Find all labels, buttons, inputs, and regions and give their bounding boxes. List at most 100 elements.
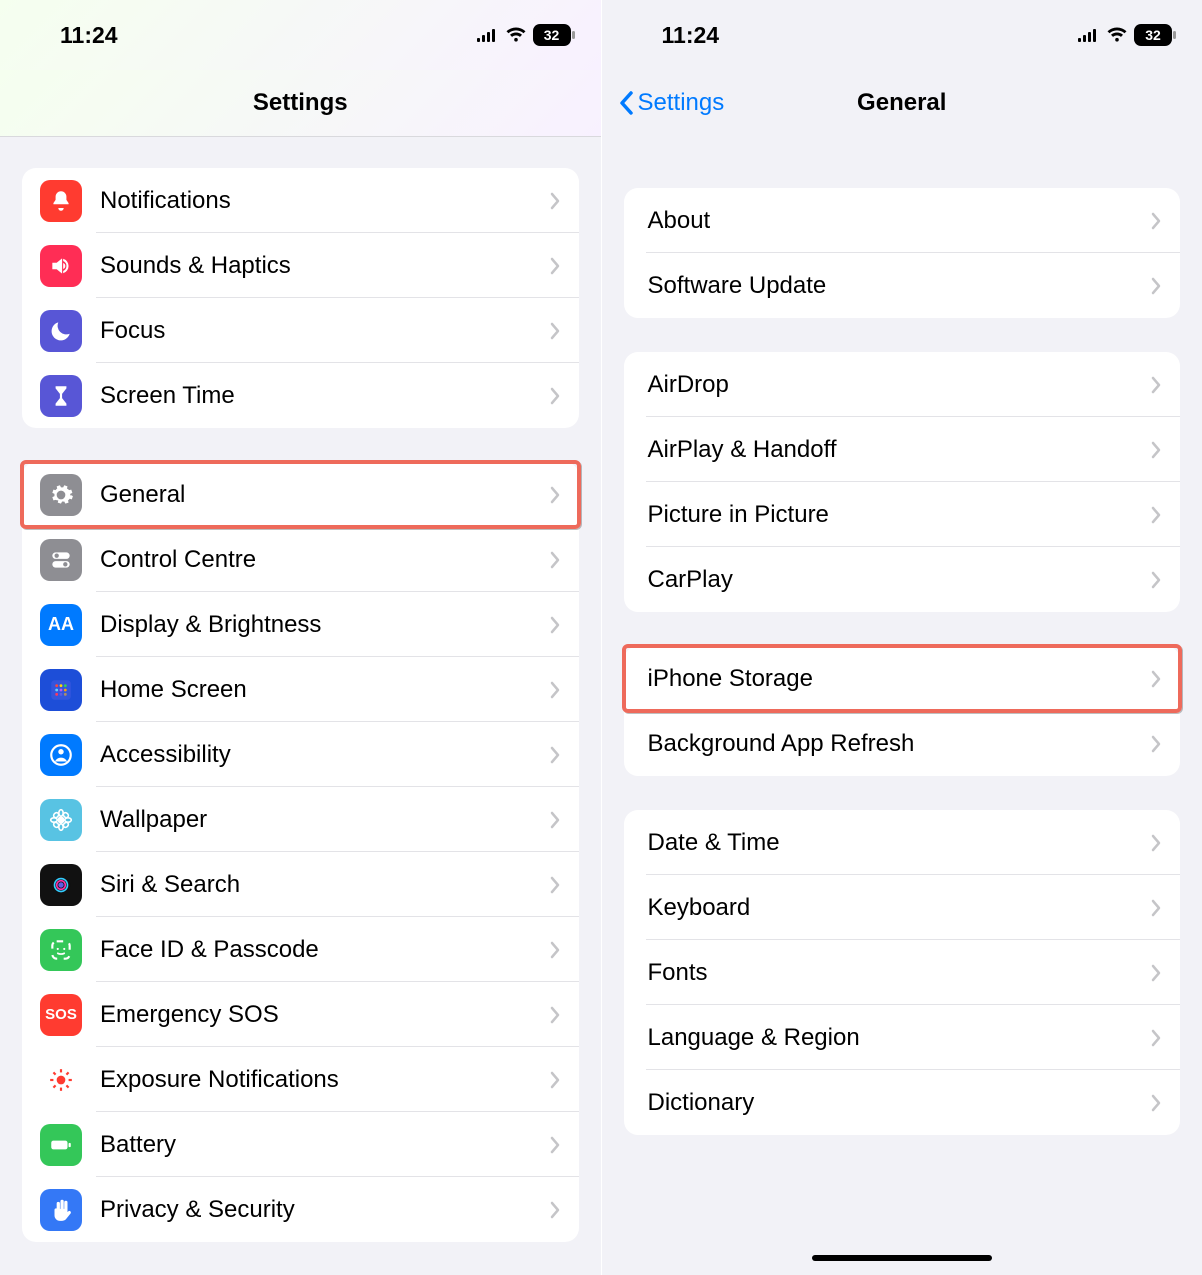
row-dictionary[interactable]: Dictionary	[624, 1070, 1181, 1135]
row-label: Fonts	[648, 959, 708, 987]
row-label: General	[100, 481, 185, 509]
chevron-right-icon	[1150, 670, 1162, 688]
row-about[interactable]: About	[624, 188, 1181, 253]
row-home-screen[interactable]: Home Screen	[22, 657, 579, 722]
row-fonts[interactable]: Fonts	[624, 940, 1181, 1005]
list-group: iPhone Storage Background App Refresh	[624, 646, 1181, 776]
siri-icon	[40, 864, 82, 906]
nav-bar: Settings	[0, 70, 601, 137]
row-screen-time[interactable]: Screen Time	[22, 363, 579, 428]
row-notifications[interactable]: Notifications	[22, 168, 579, 233]
page-title: Settings	[0, 89, 601, 117]
chevron-left-icon	[618, 91, 634, 115]
list-group: General Control Centre AA Display & Brightn…	[22, 462, 579, 1242]
row-control-centre[interactable]: Control Centre	[22, 527, 579, 592]
chevron-right-icon	[549, 616, 561, 634]
battery-icon: 32	[1134, 24, 1172, 46]
row-exposure[interactable]: Exposure Notifications	[22, 1047, 579, 1112]
wallpaper-icon	[40, 799, 82, 841]
back-label: Settings	[638, 89, 725, 117]
row-label: Background App Refresh	[648, 730, 915, 758]
accessibility-icon	[40, 734, 82, 776]
status-time: 11:24	[60, 22, 118, 49]
list-group: Date & Time Keyboard Fonts Language & Regio…	[624, 810, 1181, 1135]
chevron-right-icon	[549, 322, 561, 340]
chevron-right-icon	[1150, 964, 1162, 982]
row-privacy[interactable]: Privacy & Security	[22, 1177, 579, 1242]
home-indicator[interactable]	[812, 1255, 992, 1261]
chevron-right-icon	[549, 1201, 561, 1219]
row-sounds[interactable]: Sounds & Haptics	[22, 233, 579, 298]
chevron-right-icon	[549, 1136, 561, 1154]
battery-icon: 32	[533, 24, 571, 46]
screen-time-icon	[40, 375, 82, 417]
back-button[interactable]: Settings	[602, 89, 725, 117]
chevron-right-icon	[1150, 735, 1162, 753]
chevron-right-icon	[549, 486, 561, 504]
privacy-icon	[40, 1189, 82, 1231]
sos-icon: SOS	[40, 994, 82, 1036]
row-faceid[interactable]: Face ID & Passcode	[22, 917, 579, 982]
general-list[interactable]: About Software Update AirDrop AirPlay & Han…	[602, 136, 1202, 1275]
row-airdrop[interactable]: AirDrop	[624, 352, 1181, 417]
control-centre-icon	[40, 539, 82, 581]
row-label: Exposure Notifications	[100, 1066, 339, 1094]
wifi-icon	[1106, 27, 1128, 43]
row-lang-region[interactable]: Language & Region	[624, 1005, 1181, 1070]
nav-bar: Settings General	[602, 70, 1202, 137]
row-label: Picture in Picture	[648, 501, 829, 529]
battery-icon	[40, 1124, 82, 1166]
row-siri[interactable]: Siri & Search	[22, 852, 579, 917]
row-general[interactable]: General	[22, 462, 579, 527]
row-date-time[interactable]: Date & Time	[624, 810, 1181, 875]
chevron-right-icon	[1150, 277, 1162, 295]
row-battery[interactable]: Battery	[22, 1112, 579, 1177]
row-focus[interactable]: Focus	[22, 298, 579, 363]
row-label: Sounds & Haptics	[100, 252, 291, 280]
row-label: Wallpaper	[100, 806, 207, 834]
row-carplay[interactable]: CarPlay	[624, 547, 1181, 612]
status-time: 11:24	[662, 22, 720, 49]
row-wallpaper[interactable]: Wallpaper	[22, 787, 579, 852]
row-label: Notifications	[100, 187, 231, 215]
row-pip[interactable]: Picture in Picture	[624, 482, 1181, 547]
row-accessibility[interactable]: Accessibility	[22, 722, 579, 787]
row-keyboard[interactable]: Keyboard	[624, 875, 1181, 940]
chevron-right-icon	[549, 257, 561, 275]
row-sos[interactable]: SOS Emergency SOS	[22, 982, 579, 1047]
row-label: Focus	[100, 317, 165, 345]
faceid-icon	[40, 929, 82, 971]
chevron-right-icon	[549, 941, 561, 959]
chevron-right-icon	[549, 1071, 561, 1089]
row-label: Home Screen	[100, 676, 247, 704]
status-bar: 11:24 32	[602, 0, 1202, 70]
sounds-icon	[40, 245, 82, 287]
cellular-icon	[477, 28, 499, 42]
row-airplay[interactable]: AirPlay & Handoff	[624, 417, 1181, 482]
list-group: About Software Update	[624, 188, 1181, 318]
status-indicators: 32	[1078, 24, 1172, 46]
general-icon	[40, 474, 82, 516]
settings-list[interactable]: Notifications Sounds & Haptics Focus Screen…	[0, 136, 601, 1275]
row-display[interactable]: AA Display & Brightness	[22, 592, 579, 657]
chevron-right-icon	[549, 551, 561, 569]
row-label: Keyboard	[648, 894, 751, 922]
row-bg-refresh[interactable]: Background App Refresh	[624, 711, 1181, 776]
chevron-right-icon	[549, 876, 561, 894]
row-label: iPhone Storage	[648, 665, 813, 693]
chevron-right-icon	[549, 681, 561, 699]
chevron-right-icon	[1150, 899, 1162, 917]
row-iphone-storage[interactable]: iPhone Storage	[624, 646, 1181, 711]
row-label: Dictionary	[648, 1089, 755, 1117]
row-label: Display & Brightness	[100, 611, 321, 639]
notifications-icon	[40, 180, 82, 222]
row-software-update[interactable]: Software Update	[624, 253, 1181, 318]
list-group: Notifications Sounds & Haptics Focus Screen…	[22, 168, 579, 428]
chevron-right-icon	[1150, 1094, 1162, 1112]
row-label: Accessibility	[100, 741, 231, 769]
row-label: Emergency SOS	[100, 1001, 279, 1029]
display-icon: AA	[40, 604, 82, 646]
row-label: AirPlay & Handoff	[648, 436, 837, 464]
row-label: About	[648, 207, 711, 235]
chevron-right-icon	[549, 811, 561, 829]
